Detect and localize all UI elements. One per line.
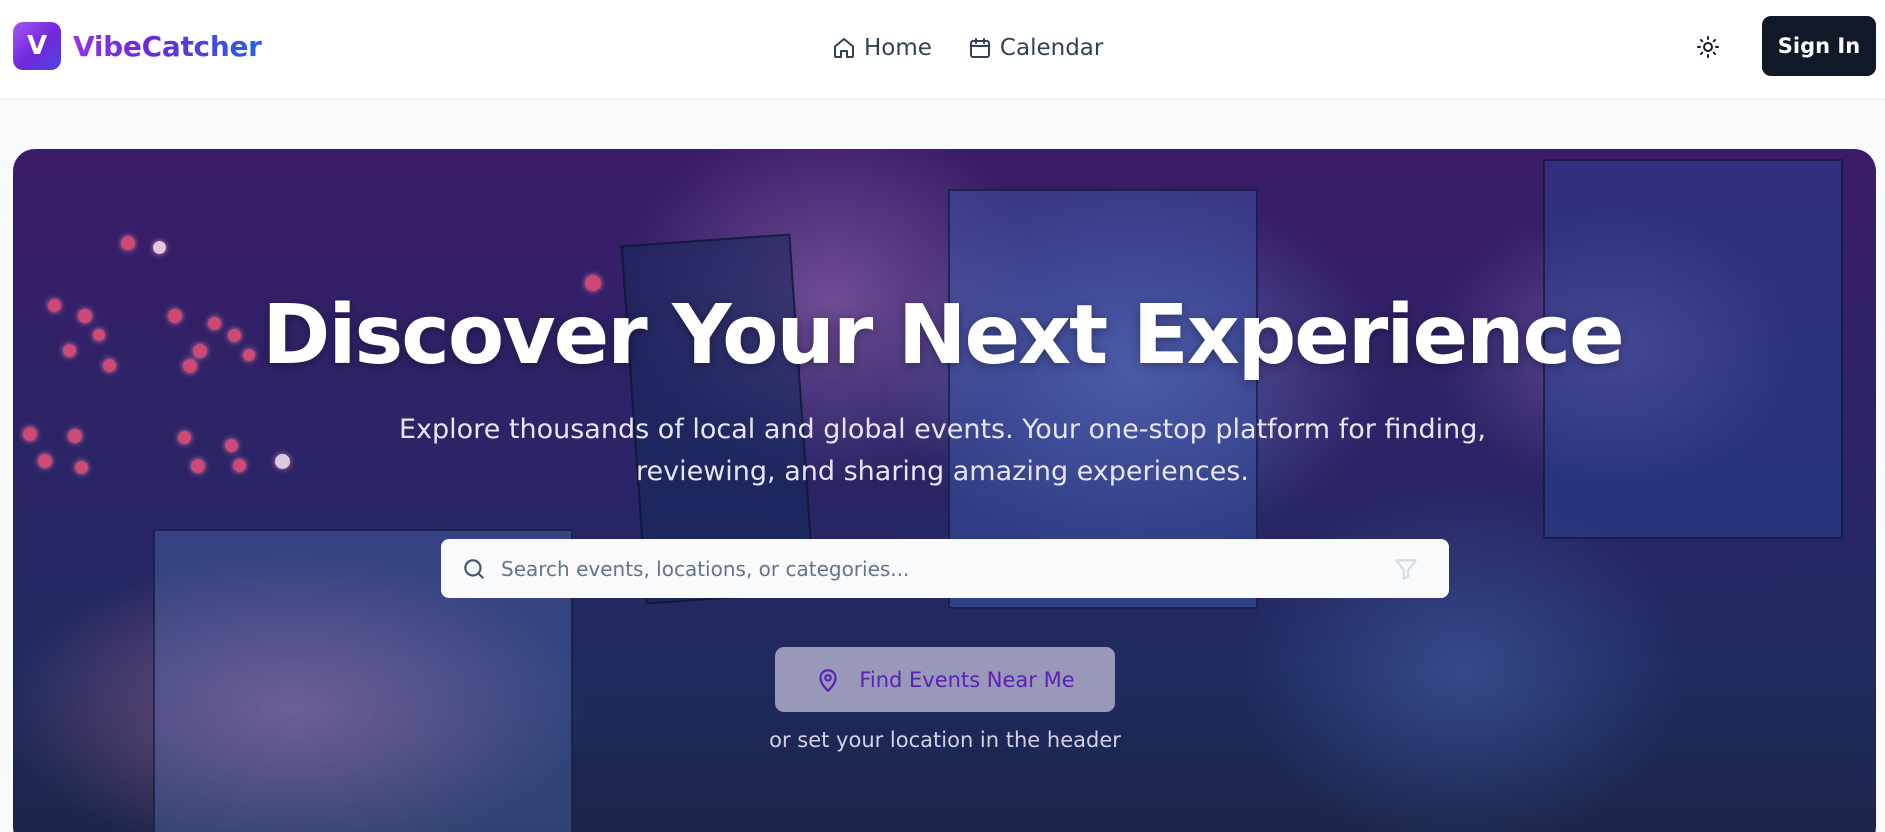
brand-logo[interactable]: V VibeCatcher [13,22,262,70]
background-light [68,429,82,443]
background-light [38,454,52,468]
hero-banner: Discover Your Next Experience Explore th… [13,149,1876,832]
background-light [153,241,166,254]
hero-subtitle: Explore thousands of local and global ev… [399,414,1486,487]
main-nav: Home Calendar [832,30,1103,66]
search-input[interactable] [501,539,1393,598]
background-light [121,236,135,250]
theme-toggle-button[interactable] [1693,32,1723,62]
map-pin-icon [819,668,837,692]
background-light [75,461,88,474]
background-light [225,439,238,452]
background-light [191,459,205,473]
background-light [275,454,290,469]
find-events-near-me-label: Find Events Near Me [859,667,1075,692]
sign-in-button[interactable]: Sign In [1762,16,1876,76]
home-icon [834,38,854,58]
search-icon [464,558,484,579]
event-search-bar [441,539,1449,598]
nav-item-label: Home [864,35,932,61]
background-light [178,431,191,444]
background-light [23,427,37,441]
background-light [233,459,246,472]
brand-name: VibeCatcher [73,29,262,63]
location-hint: or set your location in the header [769,728,1121,752]
sun-icon [1697,36,1719,58]
logo-mark: V [13,22,61,70]
nav-item-label: Calendar [999,35,1104,61]
nav-item-calendar[interactable]: Calendar [968,35,1103,61]
find-events-near-me-button[interactable]: Find Events Near Me [775,647,1115,712]
calendar-icon [969,38,990,58]
hero-title: Discover Your Next Experience [262,288,1624,383]
top-navbar: V VibeCatcher Home Calendar Sign In [0,0,1885,100]
nav-item-home[interactable]: Home [832,35,932,61]
filter-icon[interactable] [1393,556,1419,582]
